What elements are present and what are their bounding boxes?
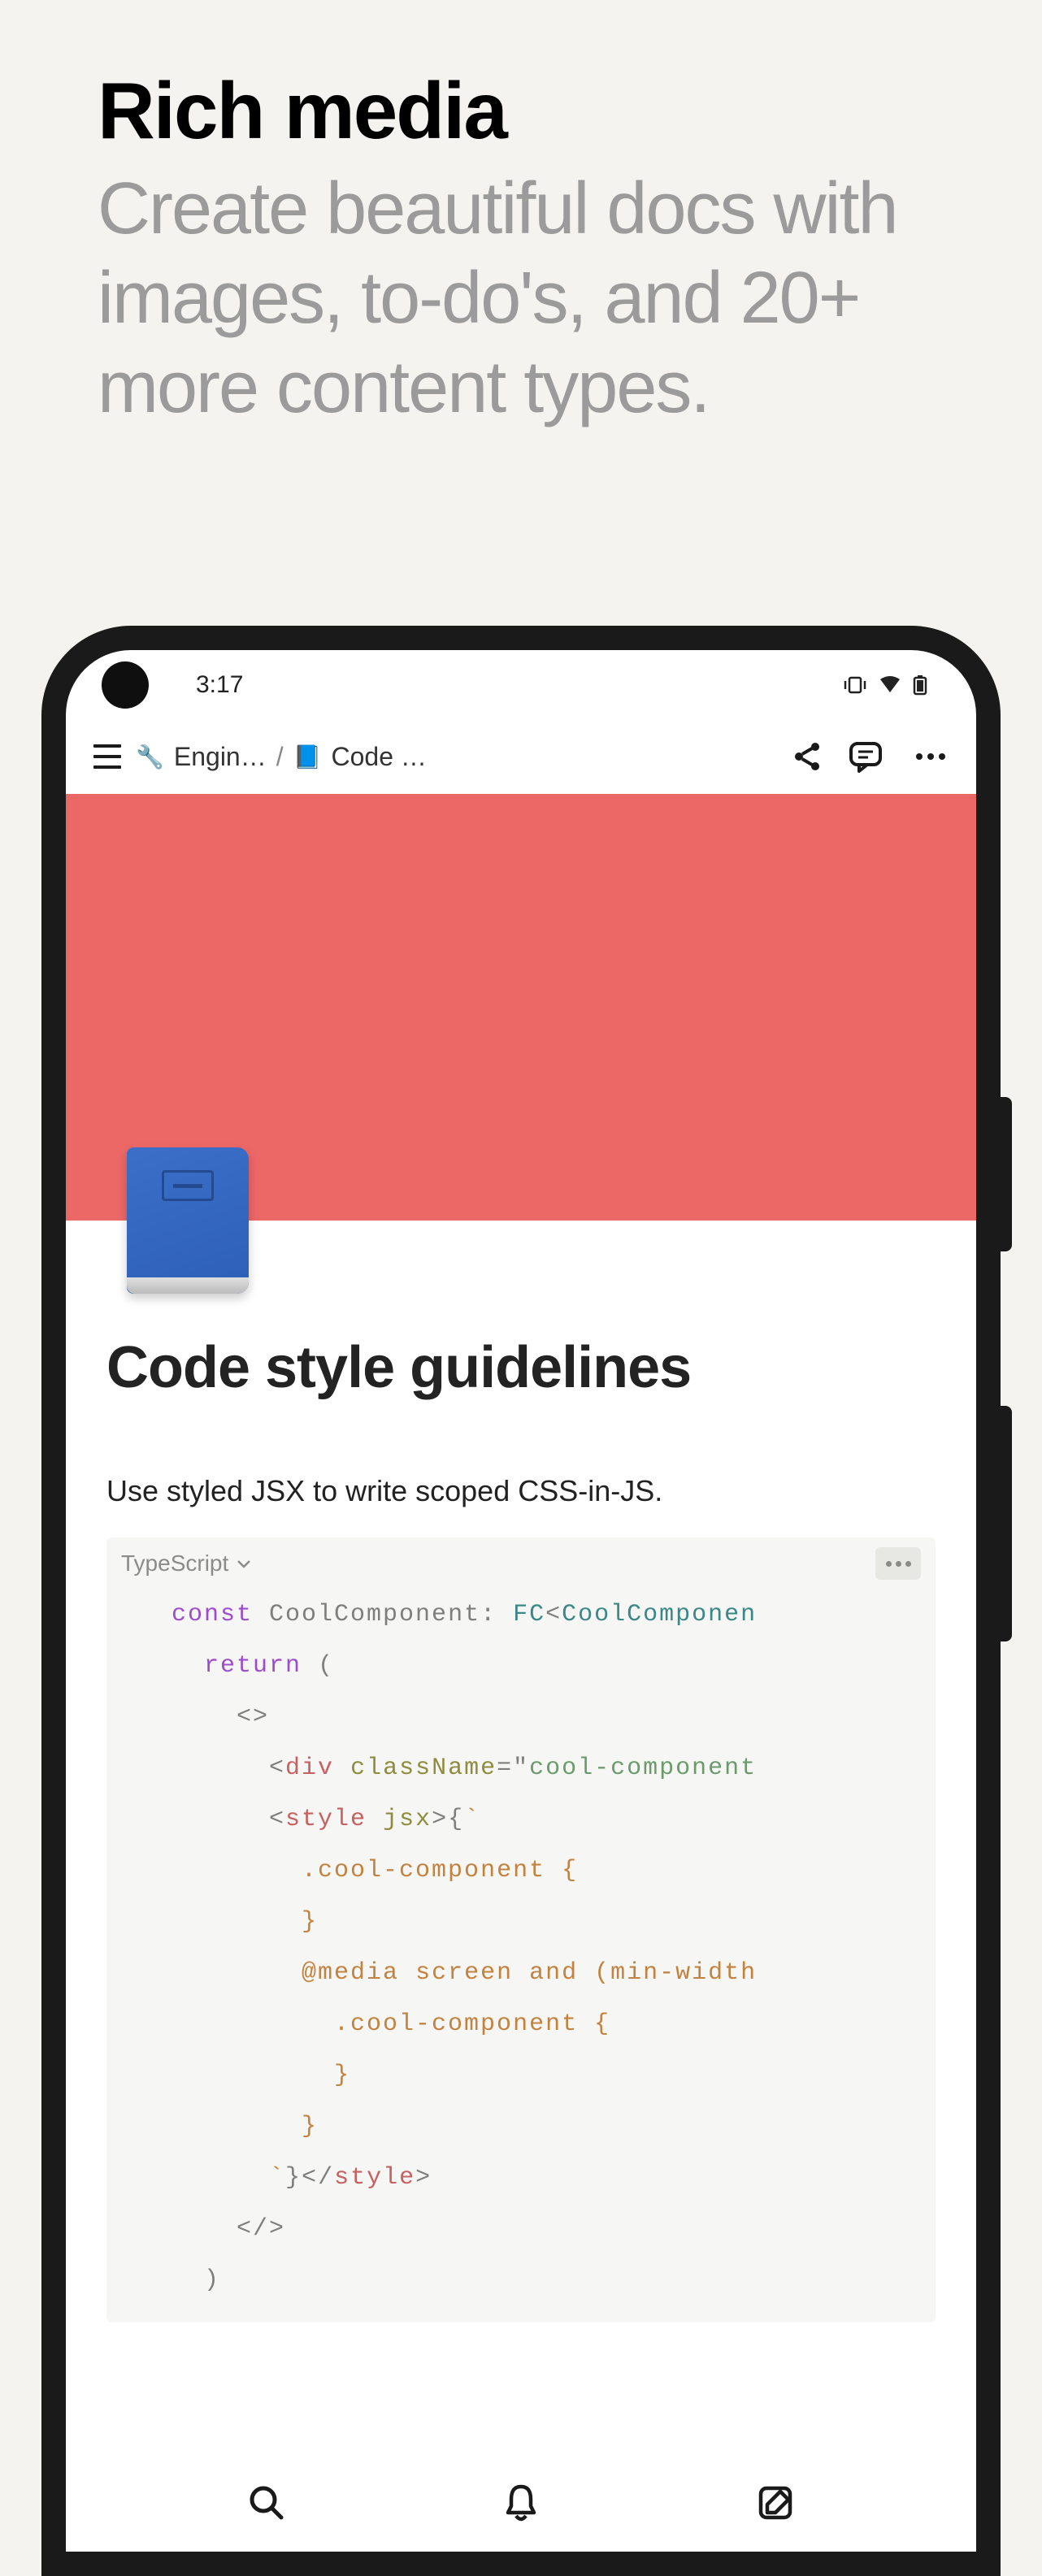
search-icon[interactable]: [247, 2483, 286, 2522]
wrench-icon: 🔧: [136, 744, 164, 770]
code-block: TypeScript const CoolComponent: FC<CoolC…: [106, 1537, 936, 2322]
code-content[interactable]: const CoolComponent: FC<CoolComponen ret…: [106, 1589, 936, 2306]
compose-icon[interactable]: [756, 2483, 795, 2522]
status-time: 3:17: [196, 671, 243, 699]
camera-hole: [102, 661, 149, 709]
share-icon[interactable]: [791, 740, 823, 773]
phone-side-button: [1001, 1406, 1012, 1641]
more-icon[interactable]: [908, 745, 953, 768]
chevron-down-icon: [237, 1559, 251, 1568]
breadcrumb[interactable]: 🔧 Engin… / 📘 Code …: [136, 742, 783, 772]
battery-icon: [913, 674, 927, 696]
page-description[interactable]: Use styled JSX to write scoped CSS-in-JS…: [106, 1474, 936, 1508]
comment-icon[interactable]: [848, 739, 884, 774]
breadcrumb-parent: Engin…: [174, 742, 267, 772]
language-selector[interactable]: TypeScript: [121, 1550, 251, 1576]
phone-mockup: 3:17: [41, 626, 1001, 2576]
status-bar: 3:17: [66, 650, 976, 719]
page-icon[interactable]: [127, 1147, 249, 1302]
menu-icon[interactable]: [89, 737, 128, 776]
wifi-icon: [879, 676, 901, 694]
page-title[interactable]: Code style guidelines: [106, 1334, 936, 1401]
page-cover[interactable]: [66, 794, 976, 1221]
promo-title: Rich media: [98, 65, 944, 157]
language-label: TypeScript: [121, 1550, 228, 1576]
code-more-icon[interactable]: [875, 1547, 921, 1580]
phone-side-button: [1001, 1097, 1012, 1251]
notebook-icon: 📘: [293, 744, 322, 770]
breadcrumb-current: Code …: [331, 742, 426, 772]
bell-icon[interactable]: [501, 2482, 541, 2524]
nav-bar: 🔧 Engin… / 📘 Code …: [66, 719, 976, 794]
bottom-nav: [66, 2454, 976, 2552]
breadcrumb-separator: /: [276, 742, 284, 772]
vibrate-icon: [843, 676, 867, 694]
promo-subtitle: Create beautiful docs with images, to-do…: [98, 165, 944, 432]
